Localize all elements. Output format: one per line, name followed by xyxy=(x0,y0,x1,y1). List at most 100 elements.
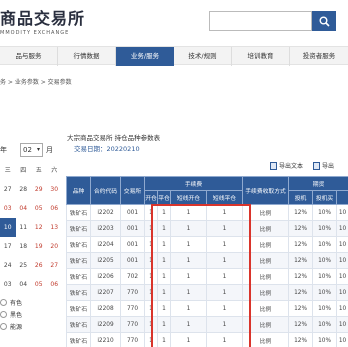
table-cell: 12% xyxy=(288,236,314,253)
calendar-day[interactable]: 06 xyxy=(47,199,63,218)
export-excel-button[interactable]: 导出 xyxy=(313,161,334,170)
table-cell: 10% xyxy=(312,284,338,301)
calendar-day[interactable]: 17 xyxy=(0,237,16,256)
radio-option[interactable]: 黑色 xyxy=(0,308,22,320)
calendar-day[interactable]: 27 xyxy=(0,180,16,199)
radio-option[interactable]: 有色 xyxy=(0,296,22,308)
calendar-day[interactable]: 20 xyxy=(47,237,63,256)
table-cell: i2209 xyxy=(90,316,121,333)
table-cell: 铁矿石 xyxy=(66,220,91,237)
spreadsheet-icon xyxy=(313,161,320,170)
calendar-day[interactable]: 28 xyxy=(16,180,32,199)
table-cell: 比例 xyxy=(242,300,290,317)
weekday-label: 三 xyxy=(4,167,11,174)
table-cell: 1 xyxy=(157,268,171,285)
table-cell: 10 xyxy=(336,284,348,301)
radio-circle-icon xyxy=(0,298,7,306)
radio-label: 黑色 xyxy=(10,311,23,319)
calendar-day[interactable]: 04 xyxy=(16,199,32,218)
table-cell: 铁矿石 xyxy=(66,252,91,269)
calendar-day[interactable]: 18 xyxy=(16,237,32,256)
nav-item-market-data[interactable]: 行情数据 xyxy=(58,47,116,66)
calendar-header: 年 02 ▾ 月 xyxy=(0,143,60,159)
calendar-day[interactable]: 03 xyxy=(0,275,16,294)
table-row: 铁矿石 i2210 770 1 1 1 1 比例 12% 10% 10 xyxy=(66,332,348,347)
table-cell: i2210 xyxy=(90,332,121,347)
table-cell: 1 xyxy=(170,284,207,301)
calendar-day-selected[interactable]: 10 xyxy=(0,218,16,237)
calendar-day[interactable]: 12 xyxy=(31,218,47,237)
exchange-logo[interactable]: 商品交易所 MMODITY EXCHANGE xyxy=(0,5,85,36)
table-cell: 10% xyxy=(312,268,338,285)
table-cell: 1 xyxy=(205,268,244,285)
calendar-day[interactable]: 05 xyxy=(31,199,47,218)
table-cell: 12% xyxy=(288,204,314,221)
column-header: 投机买 xyxy=(312,190,338,205)
nav-item-business[interactable]: 业务/服务 xyxy=(116,47,174,66)
calendar-day[interactable]: 26 xyxy=(31,256,47,275)
nav-item-rules[interactable]: 技术/规则 xyxy=(174,47,232,66)
table-cell: 铁矿石 xyxy=(66,316,91,333)
year-suffix: 年 xyxy=(0,146,7,154)
weekday-label: 五 xyxy=(35,167,42,174)
calendar-day[interactable]: 27 xyxy=(47,256,63,275)
calendar-week: 27 28 29 30 xyxy=(0,180,62,199)
nav-item-investor[interactable]: 投资者服务 xyxy=(290,47,348,66)
calendar-day[interactable]: 11 xyxy=(16,218,32,237)
table-cell: 比例 xyxy=(242,268,290,285)
weekday-label: 四 xyxy=(20,167,27,174)
search-icon xyxy=(319,16,330,27)
table-cell: 10 xyxy=(336,268,348,285)
calendar-day[interactable]: 29 xyxy=(31,180,47,199)
table-cell: 1 xyxy=(144,220,158,237)
table-cell: 10 xyxy=(336,300,348,317)
calendar-week: 03 04 05 06 xyxy=(0,199,62,218)
radio-option[interactable]: 能源 xyxy=(0,320,22,332)
table-cell: 1 xyxy=(170,220,207,237)
table-cell: 10 xyxy=(336,332,348,347)
table-cell: 1 xyxy=(205,252,244,269)
calendar-day[interactable]: 04 xyxy=(16,275,32,294)
month-suffix: 月 xyxy=(46,146,53,154)
table-cell: 1 xyxy=(157,284,171,301)
table-cell: 10% xyxy=(312,236,338,253)
table-cell: 1 xyxy=(205,300,244,317)
search-button[interactable] xyxy=(312,11,336,31)
table-cell: i2203 xyxy=(90,220,121,237)
calendar-day[interactable]: 19 xyxy=(31,237,47,256)
calendar-day[interactable]: 05 xyxy=(31,275,47,294)
table-cell: 铁矿石 xyxy=(66,284,91,301)
table-cell: i2208 xyxy=(90,300,121,317)
table-cell: 12% xyxy=(288,316,314,333)
table-cell: 1 xyxy=(157,316,171,333)
calendar-day[interactable]: 03 xyxy=(0,199,16,218)
calendar-day[interactable]: 24 xyxy=(0,256,16,275)
calendar-week: 24 25 26 27 xyxy=(0,256,62,275)
radio-label: 有色 xyxy=(10,299,23,307)
search-input[interactable] xyxy=(209,11,312,31)
table-cell: 1 xyxy=(144,316,158,333)
export-excel-label: 导出 xyxy=(322,163,335,170)
column-header: 手续费收取方式 xyxy=(242,176,290,205)
table-cell: 10% xyxy=(312,204,338,221)
month-select[interactable]: 02 ▾ xyxy=(20,143,43,157)
table-cell: 12% xyxy=(288,284,314,301)
table-header-row: 品种 合约代码 交易所 手续费 手续费收取方式 期货 xyxy=(66,176,348,205)
logo-text: 商品交易所 xyxy=(0,9,86,28)
table-cell: 1 xyxy=(205,284,244,301)
table-cell: i2206 xyxy=(90,268,121,285)
column-header: 开仓 xyxy=(144,190,158,205)
chevron-down-icon: ▾ xyxy=(36,146,40,153)
table-cell: 1 xyxy=(205,204,244,221)
calendar-day[interactable]: 06 xyxy=(47,275,63,294)
export-text-button[interactable]: 导出文本 xyxy=(270,161,303,170)
radio-circle-icon xyxy=(0,310,7,318)
radio-circle-icon xyxy=(0,322,7,330)
nav-item-training[interactable]: 培训教育 xyxy=(232,47,290,66)
calendar-day[interactable]: 30 xyxy=(47,180,63,199)
table-cell: 1 xyxy=(170,268,207,285)
nav-item-products[interactable]: 品与服务 xyxy=(0,47,58,66)
calendar-day[interactable]: 25 xyxy=(16,256,32,275)
table-cell: 10% xyxy=(312,316,338,333)
calendar-day[interactable]: 13 xyxy=(47,218,63,237)
